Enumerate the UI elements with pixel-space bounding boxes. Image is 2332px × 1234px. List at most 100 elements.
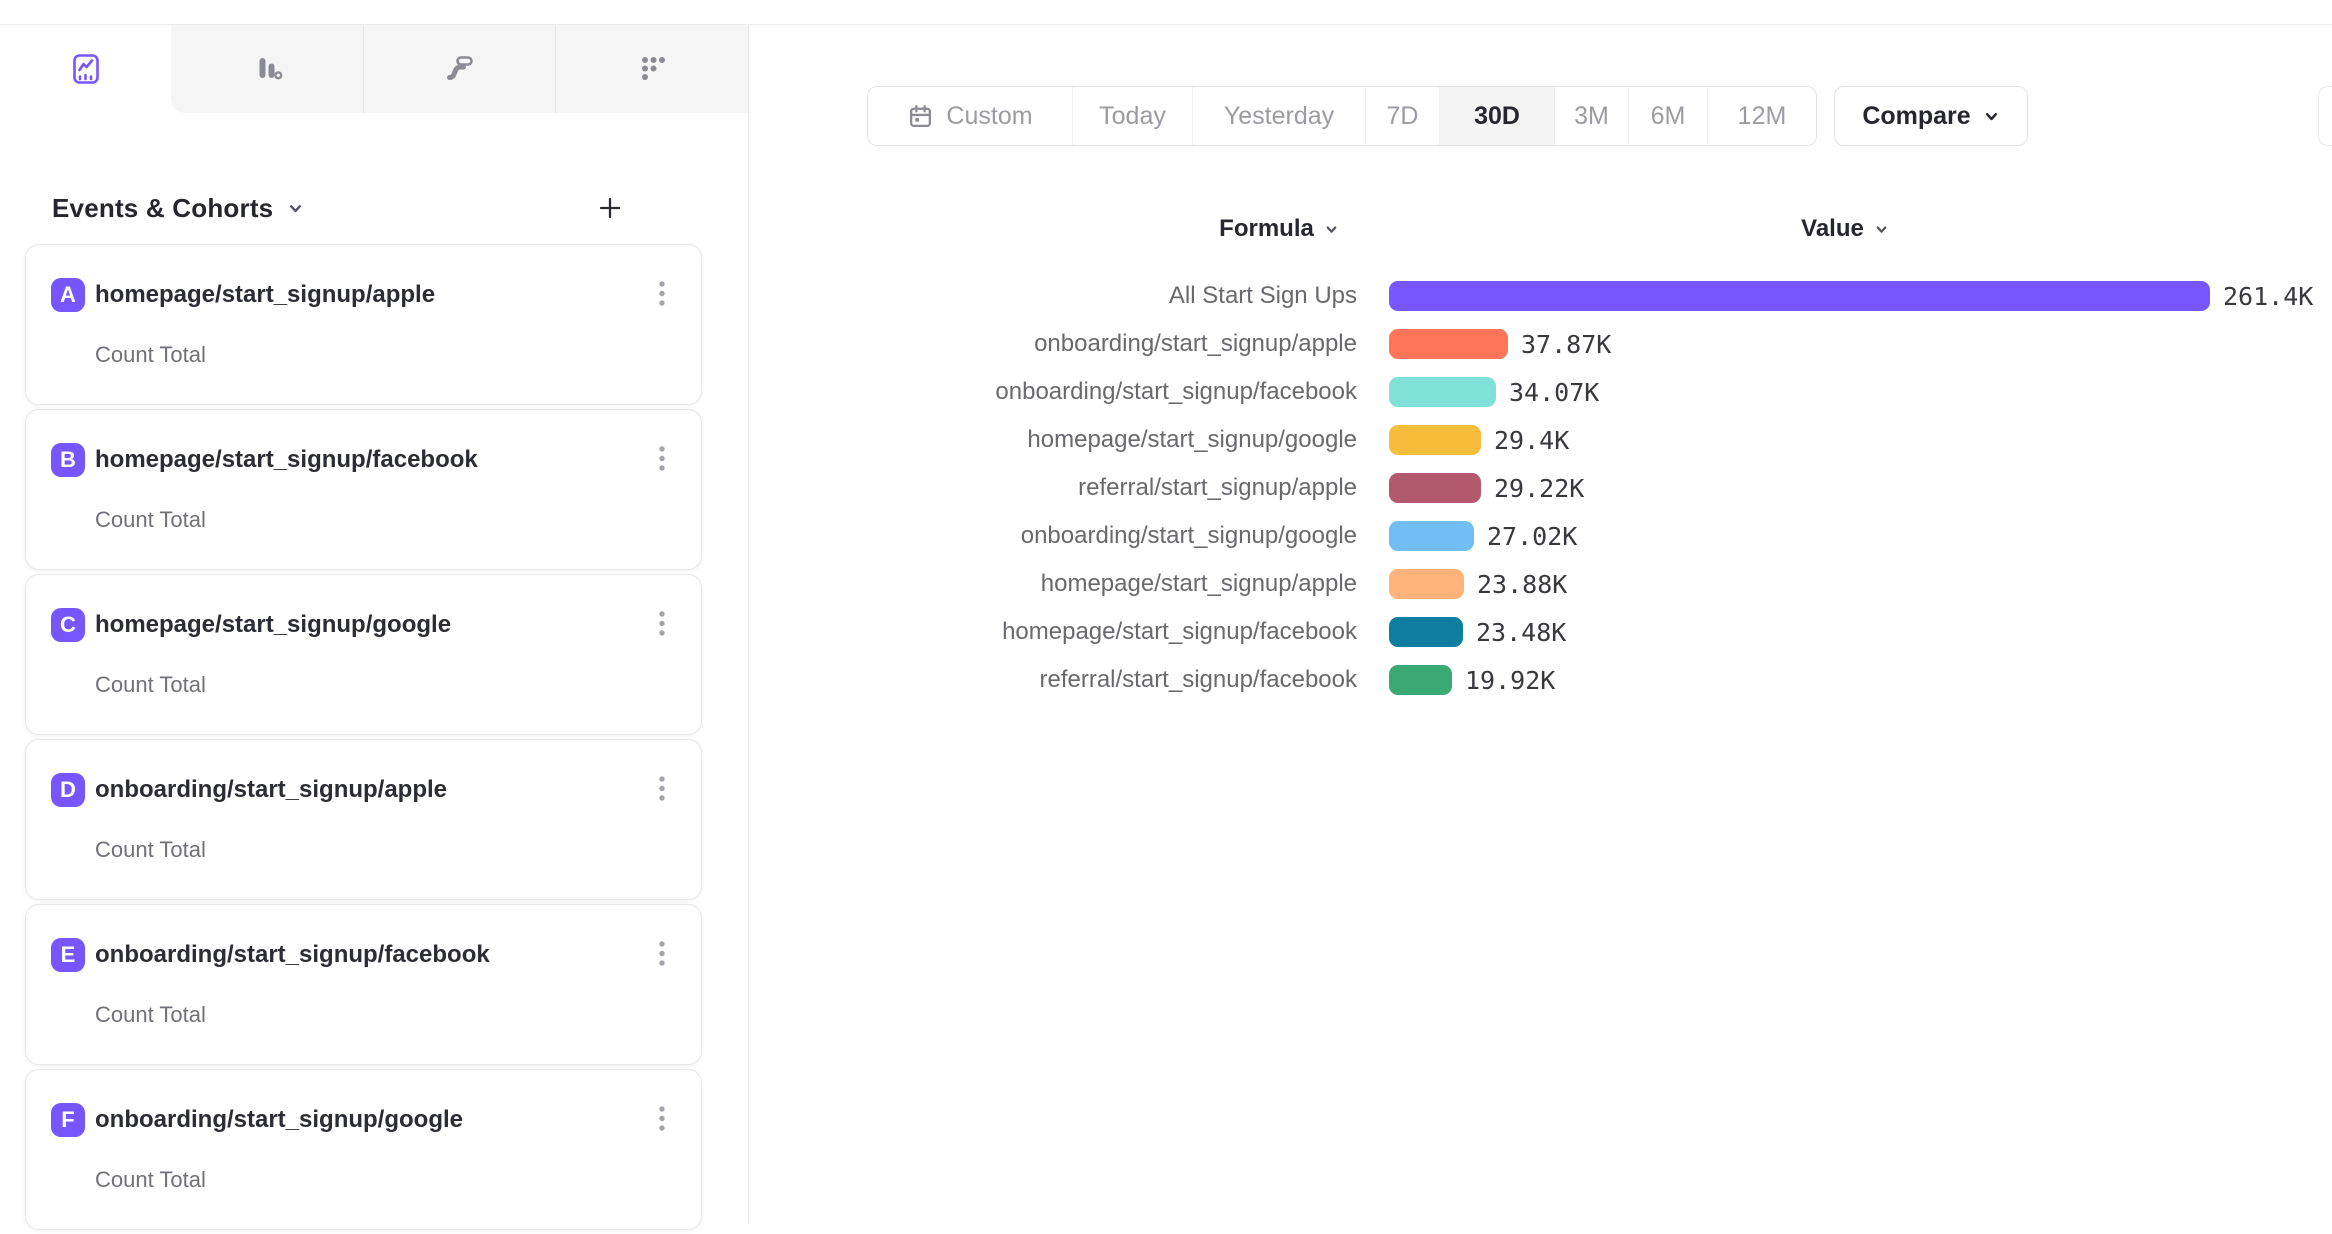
calendar-icon: [907, 103, 934, 130]
event-letter-badge: C: [51, 608, 85, 642]
range-7d[interactable]: 7D: [1365, 87, 1439, 145]
event-metric[interactable]: Count Total: [95, 837, 206, 863]
row-value: 37.87K: [1521, 330, 1611, 359]
event-name: homepage/start_signup/apple: [95, 281, 435, 309]
compare-button[interactable]: Compare: [1834, 86, 2028, 146]
tab-bar-report[interactable]: [171, 25, 363, 113]
event-card[interactable]: D onboarding/start_signup/apple Count To…: [25, 739, 702, 900]
report-type-tabstrip: [0, 25, 748, 113]
row-label: referral/start_signup/facebook: [749, 666, 1357, 694]
date-range-segmented-control: Custom TodayYesterday7D30D3M6M12M: [867, 86, 1817, 146]
chevron-down-icon: [1874, 222, 1889, 237]
event-card[interactable]: A homepage/start_signup/apple Count Tota…: [25, 244, 702, 405]
event-name: homepage/start_signup/facebook: [95, 446, 478, 474]
chart-row: onboarding/start_signup/google 27.02K: [749, 512, 2313, 560]
compare-label: Compare: [1862, 102, 1970, 131]
row-label: onboarding/start_signup/google: [749, 522, 1357, 550]
row-value: 34.07K: [1509, 378, 1599, 407]
clipped-edge-button[interactable]: [2318, 86, 2332, 146]
row-value: 27.02K: [1487, 522, 1577, 551]
events-cohorts-title[interactable]: Events & Cohorts: [52, 193, 273, 224]
tab-retention[interactable]: [555, 25, 748, 113]
chevron-down-icon: [287, 200, 304, 217]
row-label: homepage/start_signup/apple: [749, 570, 1357, 598]
chart-row: onboarding/start_signup/facebook 34.07K: [749, 368, 2313, 416]
event-letter-badge: E: [51, 938, 85, 972]
row-value: 19.92K: [1465, 666, 1555, 695]
kebab-menu-icon[interactable]: [653, 444, 671, 474]
value-bar[interactable]: [1389, 473, 1481, 503]
event-card[interactable]: C homepage/start_signup/google Count Tot…: [25, 574, 702, 735]
chevron-down-icon: [1983, 108, 2000, 125]
kebab-menu-icon[interactable]: [653, 609, 671, 639]
row-value: 23.88K: [1477, 570, 1567, 599]
chart-row: referral/start_signup/facebook 19.92K: [749, 656, 2313, 704]
range-12m[interactable]: 12M: [1707, 87, 1816, 145]
value-bar[interactable]: [1389, 521, 1474, 551]
bar-chart: All Start Sign Ups 261.4K onboarding/sta…: [749, 272, 2313, 704]
chart-row: All Start Sign Ups 261.4K: [749, 272, 2313, 320]
row-label: All Start Sign Ups: [749, 282, 1357, 310]
chevron-down-icon: [1324, 222, 1339, 237]
event-name: onboarding/start_signup/google: [95, 1106, 463, 1134]
row-value: 261.4K: [2223, 282, 2313, 311]
event-card-list: A homepage/start_signup/apple Count Tota…: [25, 244, 702, 1234]
formula-column-header[interactable]: Formula: [1159, 212, 1399, 246]
range-custom[interactable]: Custom: [868, 87, 1072, 145]
value-header-label: Value: [1801, 215, 1864, 243]
value-bar[interactable]: [1389, 377, 1496, 407]
chart-row: homepage/start_signup/google 29.4K: [749, 416, 2313, 464]
event-card[interactable]: E onboarding/start_signup/facebook Count…: [25, 904, 702, 1065]
events-cohorts-header: Events & Cohorts: [52, 188, 702, 228]
row-value: 23.48K: [1476, 618, 1566, 647]
add-event-button[interactable]: [590, 188, 630, 228]
row-value: 29.4K: [1494, 426, 1569, 455]
chart-row: homepage/start_signup/facebook 23.48K: [749, 608, 2313, 656]
kebab-menu-icon[interactable]: [653, 279, 671, 309]
insights-line-chart-icon: [68, 51, 104, 87]
kebab-menu-icon[interactable]: [653, 939, 671, 969]
chart-row: referral/start_signup/apple 29.22K: [749, 464, 2313, 512]
row-label: homepage/start_signup/google: [749, 426, 1357, 454]
range-3m[interactable]: 3M: [1554, 87, 1628, 145]
flows-icon: [442, 51, 478, 87]
bar-chart-icon: [249, 51, 285, 87]
value-bar[interactable]: [1389, 617, 1463, 647]
event-card[interactable]: B homepage/start_signup/facebook Count T…: [25, 409, 702, 570]
row-label: homepage/start_signup/facebook: [749, 618, 1357, 646]
chart-row: homepage/start_signup/apple 23.88K: [749, 560, 2313, 608]
range-yesterday[interactable]: Yesterday: [1192, 87, 1365, 145]
value-column-header[interactable]: Value: [1725, 212, 1965, 246]
window-top-strip: [0, 0, 2332, 25]
range-30d[interactable]: 30D: [1439, 87, 1554, 145]
row-label: referral/start_signup/apple: [749, 474, 1357, 502]
kebab-menu-icon[interactable]: [653, 774, 671, 804]
tab-group-unselected: [171, 25, 748, 113]
event-metric[interactable]: Count Total: [95, 342, 206, 368]
value-bar[interactable]: [1389, 281, 2210, 311]
range-today[interactable]: Today: [1072, 87, 1192, 145]
event-metric[interactable]: Count Total: [95, 507, 206, 533]
value-bar[interactable]: [1389, 665, 1452, 695]
tab-flows[interactable]: [363, 25, 556, 113]
event-letter-badge: A: [51, 278, 85, 312]
value-bar[interactable]: [1389, 329, 1508, 359]
event-metric[interactable]: Count Total: [95, 1002, 206, 1028]
event-name: onboarding/start_signup/apple: [95, 776, 447, 804]
value-bar[interactable]: [1389, 569, 1464, 599]
range-6m[interactable]: 6M: [1628, 87, 1707, 145]
query-builder-sidebar: Events & Cohorts A homepage/start_signup…: [0, 25, 749, 1224]
event-letter-badge: B: [51, 443, 85, 477]
event-card[interactable]: F onboarding/start_signup/google Count T…: [25, 1069, 702, 1230]
value-bar[interactable]: [1389, 425, 1481, 455]
formula-header-label: Formula: [1219, 215, 1314, 243]
row-label: onboarding/start_signup/facebook: [749, 378, 1357, 406]
retention-dots-icon: [634, 51, 670, 87]
event-name: homepage/start_signup/google: [95, 611, 451, 639]
kebab-menu-icon[interactable]: [653, 1104, 671, 1134]
event-letter-badge: D: [51, 773, 85, 807]
tab-insights[interactable]: [0, 25, 171, 113]
event-metric[interactable]: Count Total: [95, 1167, 206, 1193]
event-metric[interactable]: Count Total: [95, 672, 206, 698]
event-letter-badge: F: [51, 1103, 85, 1137]
